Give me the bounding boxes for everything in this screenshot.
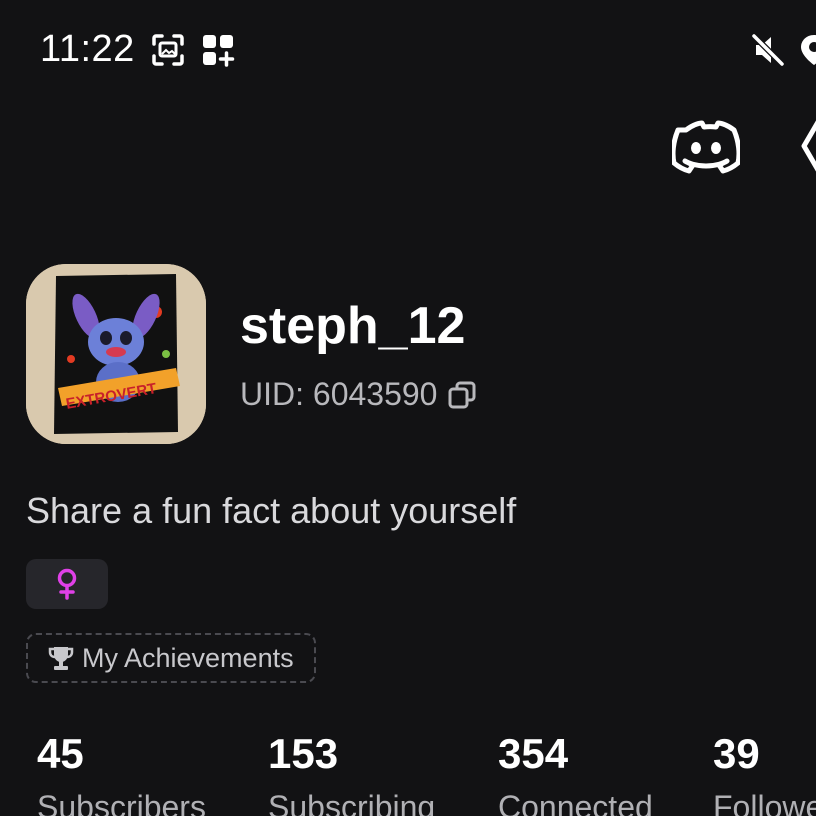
screenshot-icon — [152, 34, 184, 66]
uid-text: UID: 6043590 — [240, 376, 438, 412]
avatar-image: EXTROVERT — [26, 264, 206, 444]
mute-icon — [751, 33, 785, 67]
stat-subscribing[interactable]: 153 Subscribing — [268, 730, 435, 816]
location-icon — [801, 35, 816, 65]
copy-icon[interactable] — [447, 380, 477, 410]
status-time: 11:22 — [40, 28, 135, 70]
avatar[interactable]: EXTROVERT — [26, 264, 206, 444]
stat-value: 39 — [713, 730, 760, 777]
bio-prompt[interactable]: Share a fun fact about yourself — [26, 490, 516, 532]
share-icon[interactable] — [796, 116, 816, 176]
stat-followers[interactable]: 39 Followers — [713, 730, 816, 816]
profile-screen: 11:22 EXTROVERT steph_12 UID: 6043590 Sh… — [0, 0, 816, 816]
stat-connected[interactable]: 354 Connected — [498, 730, 653, 816]
stat-label: Subscribing — [268, 789, 436, 816]
discord-icon[interactable] — [672, 116, 740, 176]
stat-value: 45 — [37, 730, 84, 777]
stat-value: 153 — [268, 730, 339, 777]
uid-row: UID: 6043590 — [240, 376, 477, 413]
stat-subscribers[interactable]: 45 Subscribers — [37, 730, 206, 816]
achievements-button[interactable]: My Achievements — [26, 633, 316, 683]
apps-add-icon — [203, 35, 235, 67]
stat-label: Followers — [713, 789, 816, 816]
female-icon — [57, 568, 77, 600]
stat-label: Subscribers — [37, 789, 206, 816]
gender-chip — [26, 559, 108, 609]
stat-label: Connected — [498, 789, 653, 816]
stat-value: 354 — [498, 730, 569, 777]
achievements-label: My Achievements — [82, 642, 294, 673]
username: steph_12 — [240, 297, 466, 355]
trophy-icon — [48, 647, 74, 670]
